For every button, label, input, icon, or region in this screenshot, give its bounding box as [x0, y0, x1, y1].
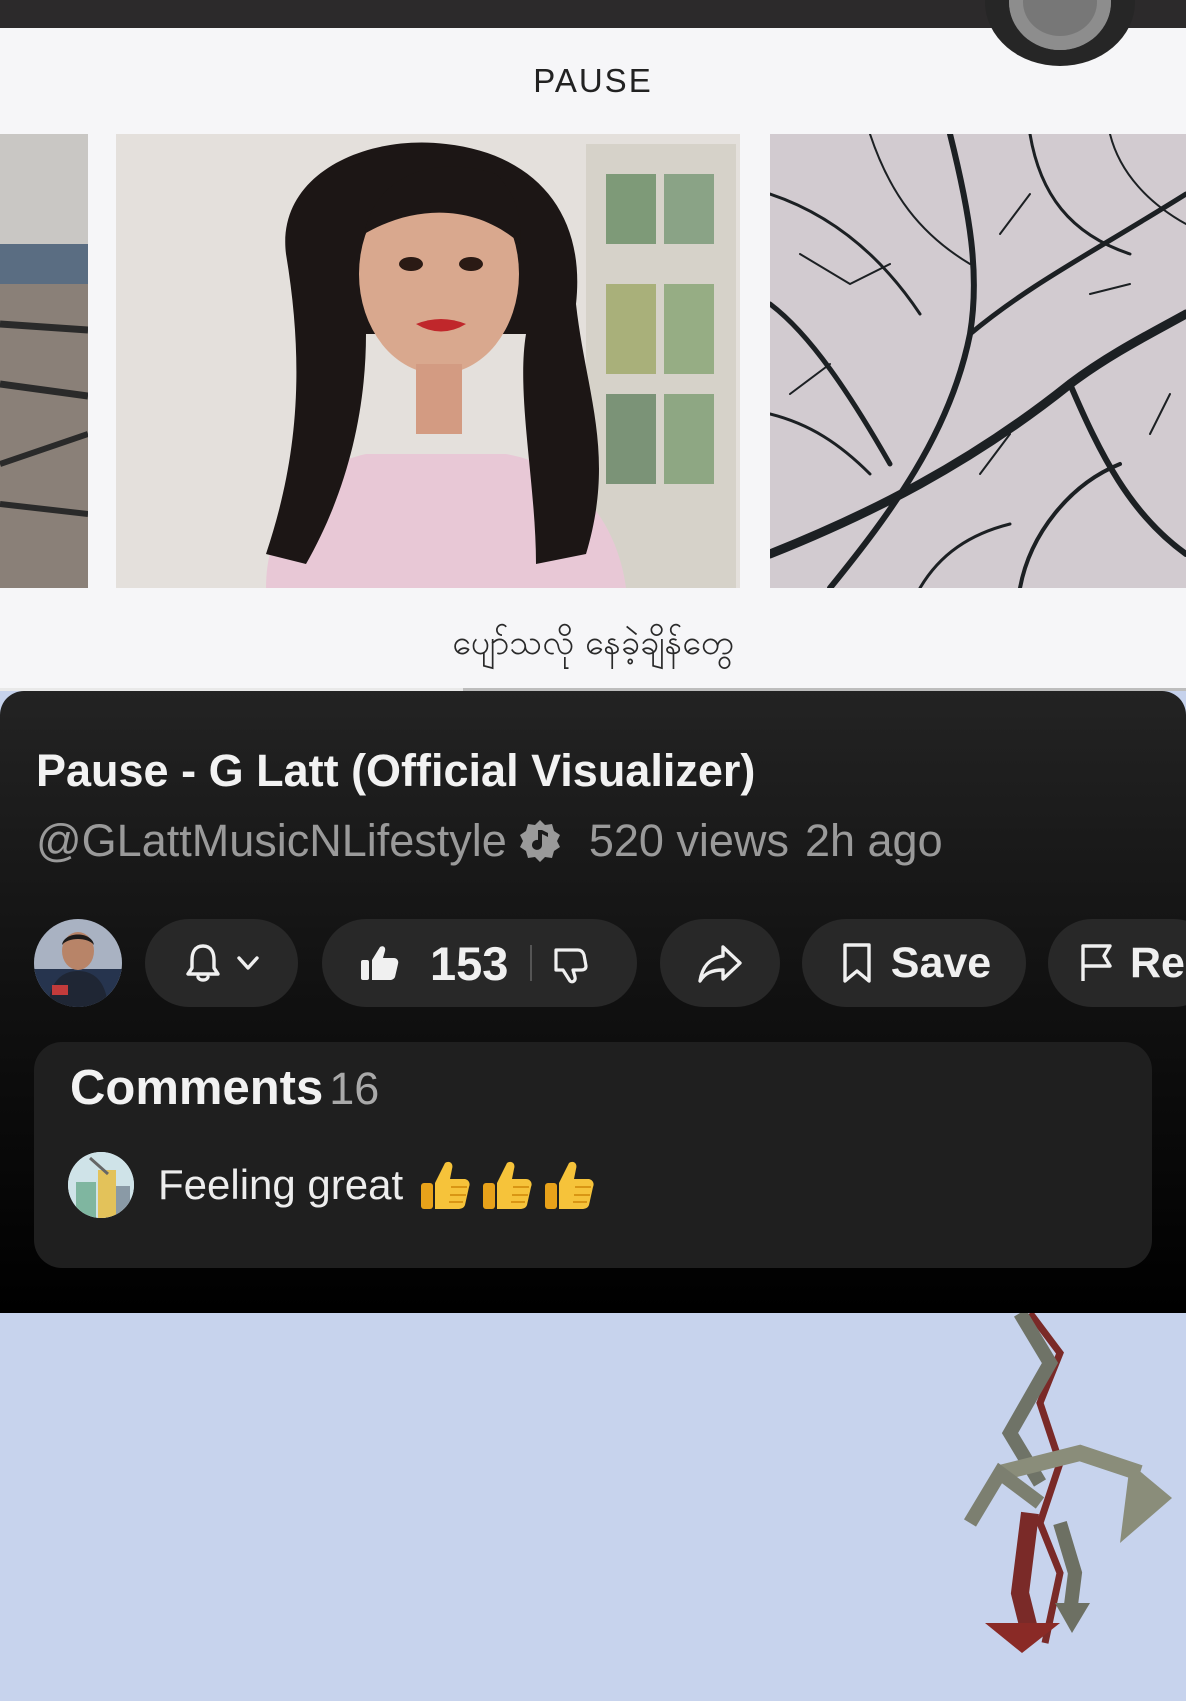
like-divider [530, 945, 533, 981]
arrow-sculpture-graphic [963, 1313, 1172, 1653]
comment-text: Feeling great [158, 1161, 404, 1208]
flag-icon [1081, 944, 1112, 981]
report-label: Re [1130, 938, 1185, 987]
dislike-icon[interactable] [548, 942, 590, 984]
video-still-left [0, 134, 88, 588]
comment-emojis [417, 1157, 597, 1213]
like-dislike-group: 153 [322, 919, 637, 1007]
commenter-avatar [68, 1152, 134, 1218]
save-label: Save [890, 938, 992, 987]
subscription-bell-button[interactable] [145, 919, 298, 1007]
save-button[interactable]: Save [802, 919, 1026, 1007]
channel-handle[interactable]: @GLattMusicNLifestyle [36, 815, 507, 867]
comments-count: 16 [329, 1063, 380, 1114]
video-meta: @GLattMusicNLifestyle 520 views 2h ago [36, 815, 943, 867]
background-image [0, 1313, 1186, 1701]
thumbs-up-emoji [421, 1161, 470, 1209]
comments-label: Comments [70, 1061, 324, 1115]
video-still-portrait [116, 134, 740, 588]
thumbs-up-emoji [483, 1161, 532, 1209]
like-icon[interactable] [358, 942, 400, 984]
action-bar: 153 Save Re [0, 915, 1186, 1007]
bookmark-icon [843, 943, 871, 983]
video-overlay-title: PAUSE [533, 62, 653, 99]
share-icon [698, 945, 742, 983]
comments-card[interactable]: Comments 16 Feeling great [34, 1042, 1152, 1268]
view-count: 520 views [588, 815, 789, 866]
video-info-panel: Pause - G Latt (Official Visualizer) @GL… [0, 691, 1186, 1313]
bell-icon [185, 944, 220, 982]
record-icon [1009, 0, 1111, 50]
upload-age: 2h ago [804, 815, 943, 866]
share-button[interactable] [660, 919, 780, 1007]
video-player[interactable]: PAUSE ပျော်သလို နေခဲ့ချိန်တွေ [0, 28, 1186, 691]
comments-header: Comments 16 [70, 1060, 379, 1116]
video-still-branches [770, 134, 1186, 588]
channel-avatar[interactable] [34, 919, 122, 1007]
top-comment[interactable]: Feeling great [68, 1152, 597, 1218]
video-title: Pause - G Latt (Official Visualizer) [36, 745, 756, 796]
video-subtitle: ပျော်သလို နေခဲ့ချိန်တွေ [452, 623, 734, 663]
like-count: 153 [430, 936, 509, 990]
report-button[interactable]: Re [1048, 919, 1186, 1007]
verified-music-icon [517, 818, 563, 864]
thumbs-up-emoji [545, 1161, 594, 1209]
chevron-down-icon [236, 956, 259, 970]
